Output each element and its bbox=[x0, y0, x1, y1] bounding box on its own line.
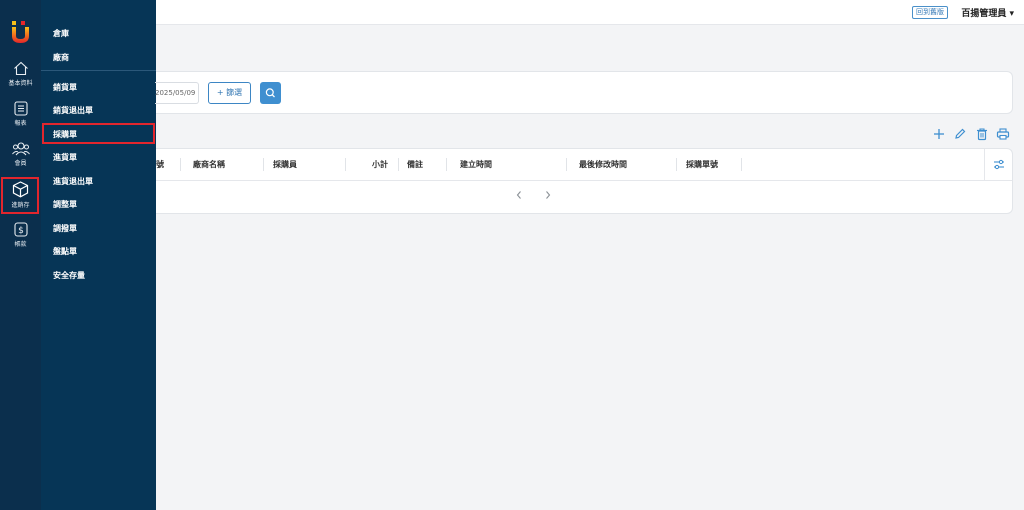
search-button[interactable] bbox=[260, 82, 281, 104]
edit-button[interactable] bbox=[953, 127, 967, 141]
home-icon bbox=[13, 61, 28, 76]
rail-item-basic-data[interactable]: 基本資料 bbox=[0, 61, 41, 87]
submenu-item-safety-stock[interactable]: 安全存量 bbox=[53, 270, 85, 281]
rail-item-label: 會員 bbox=[14, 160, 27, 167]
active-rail-highlight bbox=[1, 177, 39, 214]
members-icon bbox=[11, 142, 30, 156]
column-divider bbox=[676, 158, 677, 171]
table-header: 號 廠商名稱 採購員 小計 備註 建立時間 最後修改時間 採購單號 bbox=[156, 149, 1012, 181]
column-header-remarks[interactable]: 備註 bbox=[407, 149, 423, 180]
print-button[interactable] bbox=[996, 127, 1010, 141]
pencil-icon bbox=[955, 128, 966, 139]
column-header-vendor-name[interactable]: 廠商名稱 bbox=[193, 149, 225, 180]
column-header-updated-at[interactable]: 最後修改時間 bbox=[579, 149, 627, 180]
submenu-item-receiving[interactable]: 進貨單 bbox=[53, 152, 77, 163]
sliders-icon bbox=[994, 159, 1004, 170]
submenu-item-sales-order[interactable]: 銷貨單 bbox=[53, 82, 77, 93]
plus-icon bbox=[934, 129, 944, 139]
brand-logo-icon bbox=[12, 21, 29, 43]
submenu-divider bbox=[41, 70, 156, 71]
column-divider bbox=[180, 158, 181, 171]
column-divider bbox=[446, 158, 447, 171]
submenu-item-vendor[interactable]: 廠商 bbox=[53, 52, 69, 63]
rail-item-label: 報表 bbox=[14, 120, 27, 127]
column-header-created-at[interactable]: 建立時間 bbox=[460, 149, 492, 180]
submenu-item-warehouse[interactable]: 倉庫 bbox=[53, 28, 69, 39]
submenu-item-transfer[interactable]: 調撥單 bbox=[53, 223, 77, 234]
filter-button[interactable]: + 篩選 bbox=[208, 82, 251, 104]
filter-card: 2025/05/09 + 篩選 bbox=[155, 71, 1013, 114]
rail-item-label: 基本資料 bbox=[8, 80, 33, 87]
chevron-left-icon bbox=[516, 191, 521, 199]
rail-item-label: 帳款 bbox=[14, 241, 27, 248]
purchase-order-table: 號 廠商名稱 採購員 小計 備註 建立時間 最後修改時間 採購單號 bbox=[156, 148, 1013, 214]
chevron-right-icon bbox=[546, 191, 551, 199]
delete-button[interactable] bbox=[975, 127, 989, 141]
column-header-subtotal[interactable]: 小計 bbox=[372, 149, 388, 180]
prev-page-button[interactable] bbox=[514, 189, 524, 201]
user-menu[interactable]: 百揚管理員 ▾ bbox=[961, 6, 1014, 19]
column-settings-button[interactable] bbox=[984, 149, 1012, 180]
rail-item-accounts[interactable]: $ 帳款 bbox=[0, 222, 41, 248]
column-divider bbox=[398, 158, 399, 171]
column-divider bbox=[345, 158, 346, 171]
submenu-item-adjustment[interactable]: 調整單 bbox=[53, 199, 77, 210]
rail-item-report[interactable]: 報表 bbox=[0, 101, 41, 127]
column-header-po-number[interactable]: 採購單號 bbox=[686, 149, 718, 180]
add-button[interactable] bbox=[932, 127, 946, 141]
next-page-button[interactable] bbox=[543, 189, 553, 201]
column-divider bbox=[741, 158, 742, 171]
column-divider bbox=[263, 158, 264, 171]
back-to-old-version-button[interactable]: 回到舊版 bbox=[912, 6, 948, 19]
icon-rail: 基本資料 報表 會員 進銷存 $ 帳款 bbox=[0, 0, 41, 510]
submenu-item-stocktake[interactable]: 盤點單 bbox=[53, 246, 77, 257]
top-bar: 回到舊版 百揚管理員 ▾ bbox=[156, 0, 1024, 25]
date-range-input[interactable]: 2025/05/09 bbox=[155, 82, 199, 104]
trash-icon bbox=[977, 128, 987, 141]
submenu-item-purchase-return[interactable]: 進貨退出單 bbox=[53, 176, 93, 187]
dollar-icon: $ bbox=[13, 222, 28, 237]
column-header-number[interactable]: 號 bbox=[156, 149, 164, 180]
report-icon bbox=[13, 101, 28, 116]
inventory-submenu: 倉庫 廠商 銷貨單 銷貨退出單 採購單 進貨單 進貨退出單 調整單 調撥單 盤點… bbox=[41, 0, 156, 510]
search-icon bbox=[265, 88, 275, 98]
svg-text:$: $ bbox=[18, 226, 24, 236]
rail-item-members[interactable]: 會員 bbox=[0, 141, 41, 167]
active-submenu-highlight bbox=[42, 123, 155, 144]
column-header-buyer[interactable]: 採購員 bbox=[273, 149, 297, 180]
submenu-item-sales-return[interactable]: 銷貨退出單 bbox=[53, 105, 93, 116]
printer-icon bbox=[996, 128, 1010, 140]
column-divider bbox=[566, 158, 567, 171]
